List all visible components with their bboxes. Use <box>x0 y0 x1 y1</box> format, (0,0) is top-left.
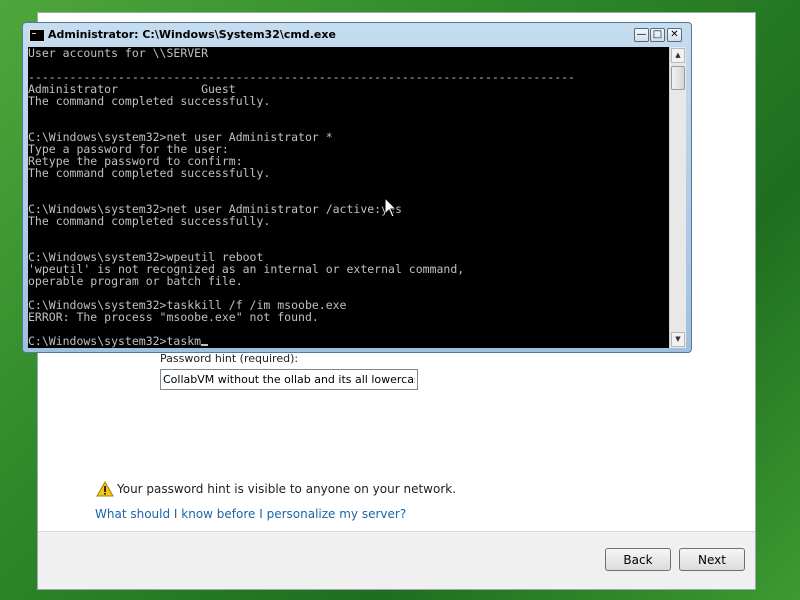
console-line: ERROR: The process "msoobe.exe" not foun… <box>28 310 319 324</box>
password-hint-input[interactable] <box>160 369 418 390</box>
warning-icon <box>96 481 114 497</box>
console-line: The command completed successfully. <box>28 94 271 108</box>
console-output[interactable]: User accounts for \\SERVER -------------… <box>28 47 669 348</box>
close-icon[interactable]: ✕ <box>667 28 682 42</box>
next-button[interactable]: Next <box>679 548 745 571</box>
mouse-pointer-icon <box>385 198 397 218</box>
maximize-icon[interactable]: □ <box>650 28 665 42</box>
console-scrollbar[interactable]: ▲ ▼ <box>669 47 686 348</box>
console-line: The command completed successfully. <box>28 166 271 180</box>
cmd-app-icon <box>29 29 45 42</box>
minimize-icon[interactable]: — <box>634 28 649 42</box>
console-line: operable program or batch file. <box>28 274 243 288</box>
back-button[interactable]: Back <box>605 548 671 571</box>
warning-row: Your password hint is visible to anyone … <box>96 481 456 497</box>
console-line: User accounts for \\SERVER <box>28 47 209 60</box>
password-hint-label: Password hint (required): <box>160 352 299 365</box>
scrollbar-thumb[interactable] <box>671 66 685 90</box>
warning-text: Your password hint is visible to anyone … <box>117 482 457 496</box>
console-text: User accounts for \\SERVER -------------… <box>28 47 669 347</box>
console-line: C:\Windows\system32>taskm <box>28 334 202 348</box>
text-cursor <box>201 344 209 346</box>
console-line: The command completed successfully. <box>28 214 271 228</box>
cmd-window-title: Administrator: C:\Windows\System32\cmd.e… <box>48 28 336 41</box>
scroll-up-arrow-icon[interactable]: ▲ <box>671 48 685 63</box>
cmd-window[interactable]: Administrator: C:\Windows\System32\cmd.e… <box>22 22 692 353</box>
help-link[interactable]: What should I know before I personalize … <box>95 507 406 521</box>
dialog-footer: Back Next <box>38 531 755 589</box>
scroll-down-arrow-icon[interactable]: ▼ <box>671 332 685 347</box>
cmd-titlebar[interactable]: Administrator: C:\Windows\System32\cmd.e… <box>23 23 691 47</box>
